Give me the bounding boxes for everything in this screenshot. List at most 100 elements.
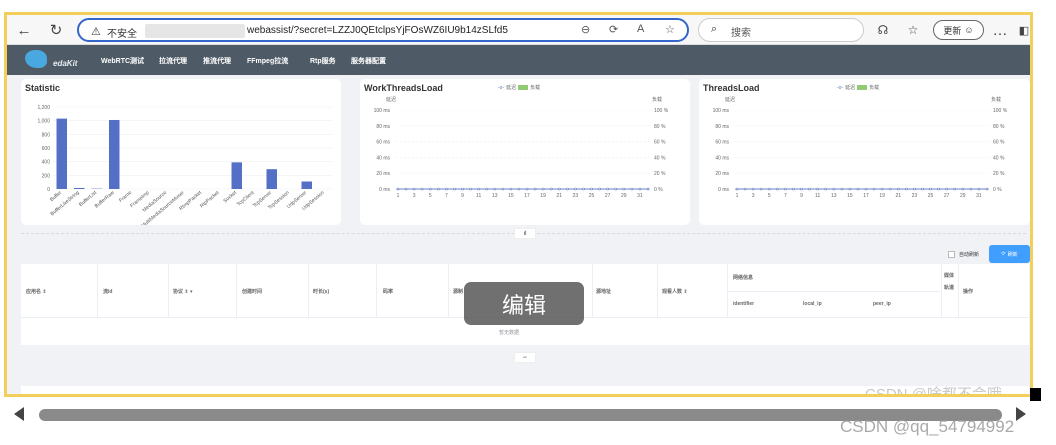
bar	[56, 118, 67, 189]
th-app-name[interactable]: 应用名 ⇕	[26, 288, 47, 295]
resize-corner[interactable]	[1030, 388, 1041, 401]
nav-ffmpeg-pull[interactable]: FFmpeg拉流	[247, 56, 288, 66]
latency-point	[549, 187, 553, 191]
latency-point	[776, 187, 779, 191]
latency-point	[808, 187, 811, 191]
edit-button[interactable]: 编辑	[464, 282, 584, 325]
bar	[301, 181, 312, 189]
y-tick-label: 600	[42, 146, 51, 152]
browser-toolbar: ← ↻ ⚠ 不安全 webassist/?secret=LZZJ0QEtclps…	[7, 15, 1030, 45]
x-tick-label: 7	[445, 193, 448, 199]
latency-point	[445, 187, 448, 191]
latency-point	[582, 187, 585, 191]
y-left-tick-label: 40 ms	[715, 155, 729, 161]
y-left-tick-label: 0 ms	[718, 187, 729, 193]
x-tick-label: 29	[621, 193, 627, 199]
nav-rtp-server[interactable]: Rtp服务	[310, 56, 336, 66]
latency-point	[945, 187, 948, 191]
latency-point	[735, 187, 739, 191]
latency-point	[743, 187, 747, 191]
x-tick-label: RtpPacket	[199, 190, 221, 210]
latency-point	[832, 187, 836, 191]
th-bitrate: 码率	[383, 289, 394, 295]
latency-point	[428, 187, 432, 191]
auto-refresh-checkbox[interactable]	[948, 251, 955, 258]
scroll-left-arrow-icon[interactable]	[14, 407, 24, 421]
auto-refresh-toggle[interactable]: 自动刷新	[948, 251, 979, 258]
latency-point	[404, 187, 408, 191]
latency-point	[896, 187, 900, 191]
th-identifier: identifier	[733, 301, 755, 307]
y-right-tick-label: 80 %	[654, 124, 666, 130]
app-logo[interactable]: edaKit	[23, 47, 85, 73]
x-tick-label: 11	[476, 193, 481, 199]
th-viewers[interactable]: 观看人数 ⇕	[662, 288, 688, 295]
x-tick-label: 27	[944, 193, 950, 199]
th-actions: 操作	[963, 289, 974, 295]
nav-push-proxy[interactable]: 推流代理	[203, 56, 231, 66]
url-text: webassist/?secret=LZZJ0QEtclpsYjFOsWZ6IU…	[247, 25, 508, 36]
reload-icon[interactable]: ↻	[45, 19, 67, 41]
latency-point	[525, 187, 529, 191]
app-navbar: edaKit WebRTC测试 拉流代理 推流代理 FFmpeg拉流 Rtp服务…	[7, 45, 1030, 75]
th-create-time: 创建时间	[242, 289, 263, 295]
x-tick-label: 25	[928, 193, 934, 199]
splitter-handle-icon[interactable]: ıl	[514, 228, 536, 239]
y-right-tick-label: 0 %	[654, 187, 663, 193]
latency-point	[606, 187, 609, 191]
latency-point	[574, 187, 577, 191]
y-right-tick-label: 40 %	[993, 155, 1005, 161]
th-network-info: 网络信息	[733, 275, 754, 281]
x-tick-label: 5	[429, 193, 432, 199]
splitter-handle-icon[interactable]: ∽	[514, 352, 536, 363]
latency-point	[921, 187, 924, 191]
statistic-chart: 02004006008001,0001,200BufferBufferLikeS…	[37, 105, 333, 225]
profile-icon: ☺	[964, 25, 974, 35]
nav-server-config[interactable]: 服务器配置	[351, 56, 386, 66]
nav-webrtc[interactable]: WebRTC测试	[101, 56, 144, 66]
latency-point	[638, 187, 642, 191]
x-tick-label: 31	[976, 193, 982, 199]
y-tick-label: 1,000	[37, 119, 50, 125]
bar	[109, 119, 120, 189]
sidebar-toggle-icon[interactable]: ◧	[1013, 19, 1030, 41]
more-icon[interactable]: …	[989, 19, 1011, 41]
latency-point	[751, 187, 755, 191]
extensions-icon[interactable]: ☊	[872, 19, 894, 41]
x-tick-label: 5	[768, 193, 771, 199]
x-tick-label: 15	[847, 193, 853, 199]
latency-point	[541, 187, 545, 191]
favorites-icon[interactable]: ☆	[902, 19, 924, 41]
y-right-tick-label: 60 %	[654, 140, 666, 146]
latency-point	[961, 187, 965, 191]
address-bar[interactable]: ⚠ 不安全 webassist/?secret=LZZJ0QEtclpsYjFO…	[77, 18, 689, 42]
y-left-tick-label: 100 ms	[374, 108, 391, 114]
col-divider	[941, 264, 942, 318]
auto-refresh-label: 自动刷新	[959, 252, 980, 258]
read-aloud-icon[interactable]: A	[637, 23, 644, 35]
nav-pull-proxy[interactable]: 拉流代理	[159, 56, 187, 66]
th-protocol[interactable]: 协议 ⇕ ▾	[173, 288, 193, 295]
latency-point	[412, 187, 416, 191]
latency-point	[929, 187, 932, 191]
back-icon[interactable]: ←	[13, 19, 35, 41]
statistic-card: Statistic 0 200 400 600 800 1,000 1,200 Buffer B…	[21, 79, 341, 225]
latency-point	[533, 187, 537, 191]
search-box[interactable]: ⌕ 搜索	[698, 18, 864, 42]
zoom-icon[interactable]: ⊖	[581, 23, 590, 36]
favorite-star-icon[interactable]: ☆	[665, 23, 675, 36]
refresh-button[interactable]: ⟳ 刷新	[989, 245, 1030, 263]
translate-icon[interactable]: ⟳	[609, 23, 618, 36]
x-tick-label: 31	[637, 193, 643, 199]
bar	[74, 187, 85, 189]
x-tick-label: BufferRaw	[94, 190, 116, 210]
latency-point	[453, 187, 456, 191]
latency-point	[759, 187, 763, 191]
update-button[interactable]: 更新 ☺	[933, 20, 984, 40]
latency-point	[800, 187, 803, 191]
y-left-tick-label: 80 ms	[715, 124, 729, 130]
col-divider	[958, 264, 959, 318]
scroll-right-arrow-icon[interactable]	[1016, 407, 1026, 421]
latency-point	[485, 187, 489, 191]
x-tick-label: 1	[736, 193, 739, 199]
